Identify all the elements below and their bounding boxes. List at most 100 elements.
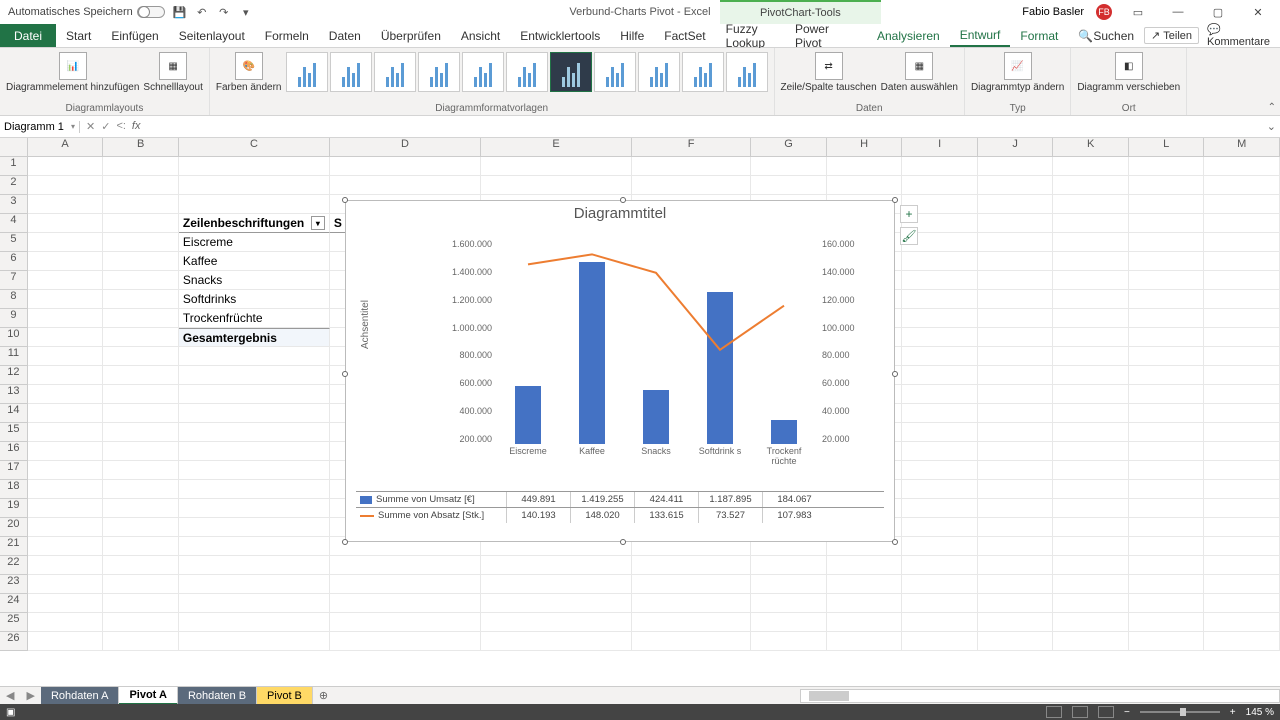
select-data-button[interactable]: ▦Daten auswählen xyxy=(881,50,958,93)
expand-formula-icon[interactable]: ⌄ xyxy=(1263,120,1280,133)
tab-ueberpruefen[interactable]: Überprüfen xyxy=(371,24,451,47)
cell[interactable] xyxy=(902,594,978,613)
row-header[interactable]: 5 xyxy=(0,233,28,252)
tab-suchen[interactable]: 🔍 Suchen xyxy=(1068,24,1144,47)
comments-button[interactable]: 💬 Kommentare xyxy=(1207,23,1270,48)
cell[interactable] xyxy=(1129,575,1205,594)
switch-row-col-button[interactable]: ⇄Zeile/Spalte tauschen xyxy=(781,50,877,93)
collapse-ribbon-icon[interactable]: ⌃ xyxy=(1268,102,1276,113)
cell[interactable] xyxy=(978,461,1054,480)
cell[interactable] xyxy=(1204,537,1280,556)
cell[interactable] xyxy=(103,518,179,537)
cell[interactable] xyxy=(978,442,1054,461)
formula-input[interactable] xyxy=(150,121,1262,133)
tab-powerpivot[interactable]: Power Pivot xyxy=(785,24,847,47)
zoom-slider[interactable] xyxy=(1140,711,1220,713)
maximize-icon[interactable]: ▢ xyxy=(1204,2,1232,22)
cell[interactable] xyxy=(1129,309,1205,328)
cell[interactable] xyxy=(28,233,104,252)
row-header[interactable]: 25 xyxy=(0,613,28,632)
tab-start[interactable]: Start xyxy=(56,24,101,47)
cell[interactable] xyxy=(1204,461,1280,480)
cell[interactable] xyxy=(28,328,104,347)
chart-styles-gallery[interactable] xyxy=(286,50,768,92)
cancel-formula-icon[interactable]: ✕ xyxy=(86,120,95,133)
cell[interactable] xyxy=(28,632,104,651)
cell[interactable] xyxy=(1129,423,1205,442)
cell[interactable] xyxy=(1129,385,1205,404)
cell[interactable] xyxy=(1204,176,1280,195)
cell[interactable] xyxy=(330,157,481,176)
cell[interactable] xyxy=(28,271,104,290)
tab-entwicklertools[interactable]: Entwicklertools xyxy=(510,24,610,47)
cell[interactable] xyxy=(902,309,978,328)
cell[interactable] xyxy=(481,632,632,651)
row-header[interactable]: 15 xyxy=(0,423,28,442)
cell[interactable] xyxy=(28,347,104,366)
cell[interactable] xyxy=(330,176,481,195)
save-icon[interactable]: 💾 xyxy=(173,5,187,19)
cell[interactable] xyxy=(1204,309,1280,328)
row-header[interactable]: 3 xyxy=(0,195,28,214)
cell[interactable] xyxy=(103,309,179,328)
cell[interactable] xyxy=(1129,195,1205,214)
cell[interactable] xyxy=(481,157,632,176)
row-header[interactable]: 22 xyxy=(0,556,28,575)
tab-format[interactable]: Format xyxy=(1010,24,1068,47)
cell[interactable] xyxy=(902,157,978,176)
row-header[interactable]: 1 xyxy=(0,157,28,176)
cell[interactable] xyxy=(1129,461,1205,480)
sheet-nav-prev-icon[interactable]: ◀ xyxy=(0,689,20,702)
cell[interactable] xyxy=(1204,214,1280,233)
select-all-corner[interactable] xyxy=(0,138,28,156)
tab-formeln[interactable]: Formeln xyxy=(255,24,319,47)
sheet-tab-rohdaten-b[interactable]: Rohdaten B xyxy=(178,687,257,705)
cell[interactable] xyxy=(179,613,330,632)
tab-entwurf[interactable]: Entwurf xyxy=(950,24,1011,47)
cell[interactable] xyxy=(1053,233,1129,252)
cell[interactable] xyxy=(481,613,632,632)
cell[interactable] xyxy=(1053,632,1129,651)
cell[interactable] xyxy=(1129,157,1205,176)
row-header[interactable]: 23 xyxy=(0,575,28,594)
tab-hilfe[interactable]: Hilfe xyxy=(610,24,654,47)
tab-ansicht[interactable]: Ansicht xyxy=(451,24,510,47)
tab-analysieren[interactable]: Analysieren xyxy=(867,24,950,47)
col-header[interactable]: M xyxy=(1204,138,1280,156)
cell[interactable] xyxy=(1204,271,1280,290)
cell[interactable] xyxy=(28,442,104,461)
cell[interactable] xyxy=(330,632,481,651)
resize-handle[interactable] xyxy=(892,197,898,203)
cell[interactable] xyxy=(179,385,330,404)
change-chart-type-button[interactable]: 📈Diagrammtyp ändern xyxy=(971,50,1064,93)
cell[interactable] xyxy=(1053,499,1129,518)
name-box[interactable]: Diagramm 1▾ xyxy=(0,121,80,133)
cell[interactable] xyxy=(103,632,179,651)
cell[interactable] xyxy=(179,480,330,499)
col-header[interactable]: G xyxy=(751,138,827,156)
row-header[interactable]: 14 xyxy=(0,404,28,423)
cell[interactable] xyxy=(1129,442,1205,461)
cell[interactable] xyxy=(179,195,330,214)
cell[interactable] xyxy=(103,328,179,347)
cell[interactable] xyxy=(978,290,1054,309)
cell[interactable] xyxy=(1204,233,1280,252)
cell[interactable]: Kaffee xyxy=(179,252,330,271)
cell[interactable] xyxy=(1053,404,1129,423)
undo-icon[interactable]: ↶ xyxy=(195,5,209,19)
cell[interactable] xyxy=(902,518,978,537)
col-header[interactable]: E xyxy=(481,138,632,156)
cell[interactable] xyxy=(1053,347,1129,366)
zoom-in-icon[interactable]: + xyxy=(1230,707,1236,718)
cell[interactable] xyxy=(179,404,330,423)
cell[interactable] xyxy=(902,347,978,366)
cell[interactable] xyxy=(978,594,1054,613)
cell[interactable] xyxy=(902,176,978,195)
cell[interactable] xyxy=(103,404,179,423)
cell[interactable] xyxy=(28,480,104,499)
row-header[interactable]: 16 xyxy=(0,442,28,461)
cell[interactable] xyxy=(1204,518,1280,537)
cell[interactable] xyxy=(902,385,978,404)
cell[interactable] xyxy=(902,252,978,271)
sheet-tab-pivot-b[interactable]: Pivot B xyxy=(257,687,313,705)
